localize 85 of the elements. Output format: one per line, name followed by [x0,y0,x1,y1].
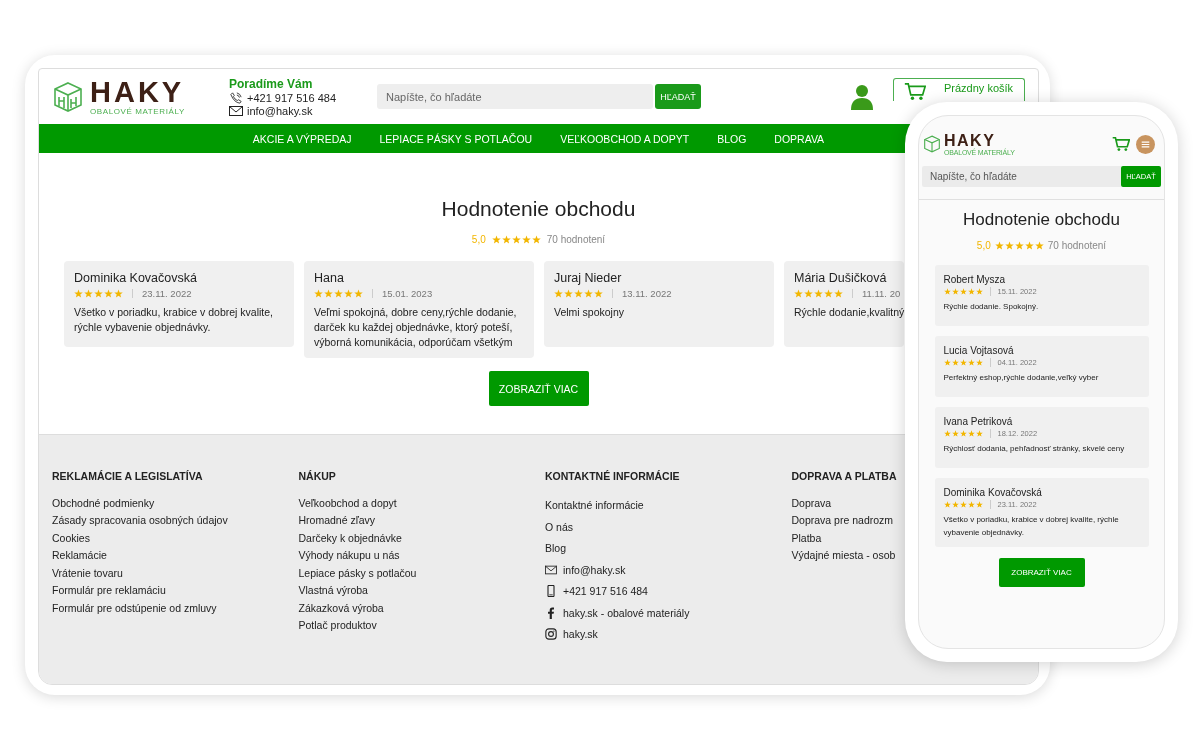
rating-score: 5,0 [471,234,486,245]
reviewer-name: Robert Mysza [943,274,1006,285]
review-date: 23.11. 2022 [142,288,192,299]
footer-link[interactable]: info@haky.sk [563,563,626,576]
mobile-phone-icon [545,585,557,598]
email-link[interactable]: info@haky.sk [247,104,313,117]
footer-link[interactable]: Blog [545,542,566,555]
footer-link[interactable]: Vlastná výroba [298,584,368,597]
brand-name: HAKY [90,77,185,107]
review-text: Rýchle dodanie,kvalitný [794,305,905,320]
section-title: Hodnotenie obchodu [963,210,1120,230]
user-icon[interactable] [851,83,873,110]
rating-count: 70 hodnotení [1047,240,1107,251]
search-button[interactable]: HĽADAŤ [655,84,701,109]
nav-link[interactable]: BLOG [717,132,747,145]
footer-heading: KONTAKTNÉ INFORMÁCIE [545,470,681,482]
facebook-icon[interactable] [545,606,557,619]
footer-heading: DOPRAVA A PLATBA [791,470,898,482]
footer-link[interactable]: Výdajné miesta - osob [791,549,896,562]
brand-tagline: OBALOVÉ MATERIÁLY [90,106,185,116]
review-text: Všetko v poriadku, krabice v dobrej kvalite, rýchle vybavenie objednávky. [943,514,1120,539]
footer-link[interactable]: Výhody nákupu u nás [298,549,400,562]
footer-heading: REKLAMÁCIE A LEGISLATÍVA [52,470,204,482]
cube-logo-icon [52,80,84,113]
cart-icon[interactable] [1112,136,1130,152]
review-text: Velmi spokojny [554,305,625,320]
nav-link[interactable]: VEĽKOOBCHOD A DOPYT [560,132,690,145]
reviewer-name: Dominika Kovačovská [74,271,197,285]
review-date: 15.01. 2023 [382,288,433,299]
rating-count: 70 hodnotení [546,234,606,245]
search-field[interactable]: Napíšte, čo hľadáte [922,166,1121,187]
footer-heading: NÁKUP [298,470,337,482]
footer-link[interactable]: Reklamácie [52,549,107,562]
footer-link[interactable]: Zásady spracovania osobných údajov [52,514,228,527]
review-text: Rýchle dodanie. Spokojný. [943,301,1039,313]
reviewer-name: Lucia Vojtasová [943,345,1014,356]
footer-link[interactable]: Lepiace pásky s potlačou [298,566,417,579]
footer-link[interactable]: Hromadné zľavy [298,514,376,527]
brand-name: HAKY [944,132,996,149]
footer-link[interactable]: Cookies [52,531,90,544]
envelope-icon [229,104,243,117]
review-text: Všetko v poriadku, krabice v dobrej kvalite, rýchle vybavenie objednávky. [74,305,274,335]
review-date: 13.11. 2022 [622,288,672,299]
reviewer-name: Dominika Kovačovská [943,487,1042,498]
review-text: Veľmi spokojná, dobre ceny,rýchle dodanie, darček ku každej objednávke, ktorý poteší, výborná komunikácia, odporúčam všetkým [314,305,518,350]
footer-link[interactable]: Formulár pre odstúpenie od zmluvy [52,601,217,614]
section-title: Hodnotenie obchodu [441,196,636,222]
instagram-icon[interactable] [545,628,557,641]
footer-link[interactable]: O nás [545,520,573,533]
footer-link[interactable]: Doprava pre nadrozm [791,514,894,527]
footer-link[interactable]: Potlač produktov [298,619,377,632]
review-date: 11.11. 20 [862,288,901,299]
footer-link[interactable]: Platba [791,531,822,544]
nav-link[interactable]: DOPRAVA [774,132,825,145]
footer-link[interactable]: Formulár pre reklamáciu [52,584,166,597]
reviewer-name: Juraj Nieder [554,271,622,285]
nav-link[interactable]: LEPIACE PÁSKY S POTLAČOU [379,132,533,145]
footer-link[interactable]: Kontaktné informácie [545,499,644,512]
footer-link[interactable]: Darčeky k objednávke [298,531,402,544]
reviewer-name: Hana [314,271,344,285]
footer-link[interactable]: Doprava [791,496,832,509]
footer-link[interactable]: haky.sk - obalové materiály [563,606,690,619]
cube-logo-icon [923,135,941,153]
nav-link[interactable]: AKCIE A VÝPREDAJ [252,132,352,145]
review-text: Rýchlosť dodania, pehľadnosť stránky, skvelé ceny [943,443,1125,455]
show-more-button[interactable]: ZOBRAZIŤ VIAC [998,558,1085,587]
footer-link[interactable]: Veľkoobchod a dopyt [298,496,397,509]
footer-link[interactable]: Zákazková výroba [298,601,384,614]
reviewer-name: Mária Dušičková [794,271,887,285]
search-field[interactable]: Napíšte, čo hľadáte [377,84,653,109]
footer-link[interactable]: +421 917 516 484 [563,585,648,598]
footer-link[interactable]: Obchodné podmienky [52,496,155,509]
cart-button[interactable]: Prázdny košík [893,78,1025,101]
envelope-icon [545,563,557,576]
rating-score: 5,0 [976,240,991,251]
cart-icon [904,82,926,101]
footer-link[interactable]: haky.sk [563,628,598,641]
show-more-button[interactable]: ZOBRAZIŤ VIAC [488,371,589,406]
footer-link[interactable]: Vrátenie tovaru [52,566,123,579]
menu-icon[interactable] [1136,134,1155,154]
review-text: Perfektný eshop,rýchle dodanie,veľký vyber [943,372,1099,384]
help-title: Poradíme Vám [229,76,314,91]
reviewer-name: Ivana Petriková [943,416,1013,427]
phone-icon [229,91,243,104]
phone-number[interactable]: +421 917 516 484 [247,91,336,104]
